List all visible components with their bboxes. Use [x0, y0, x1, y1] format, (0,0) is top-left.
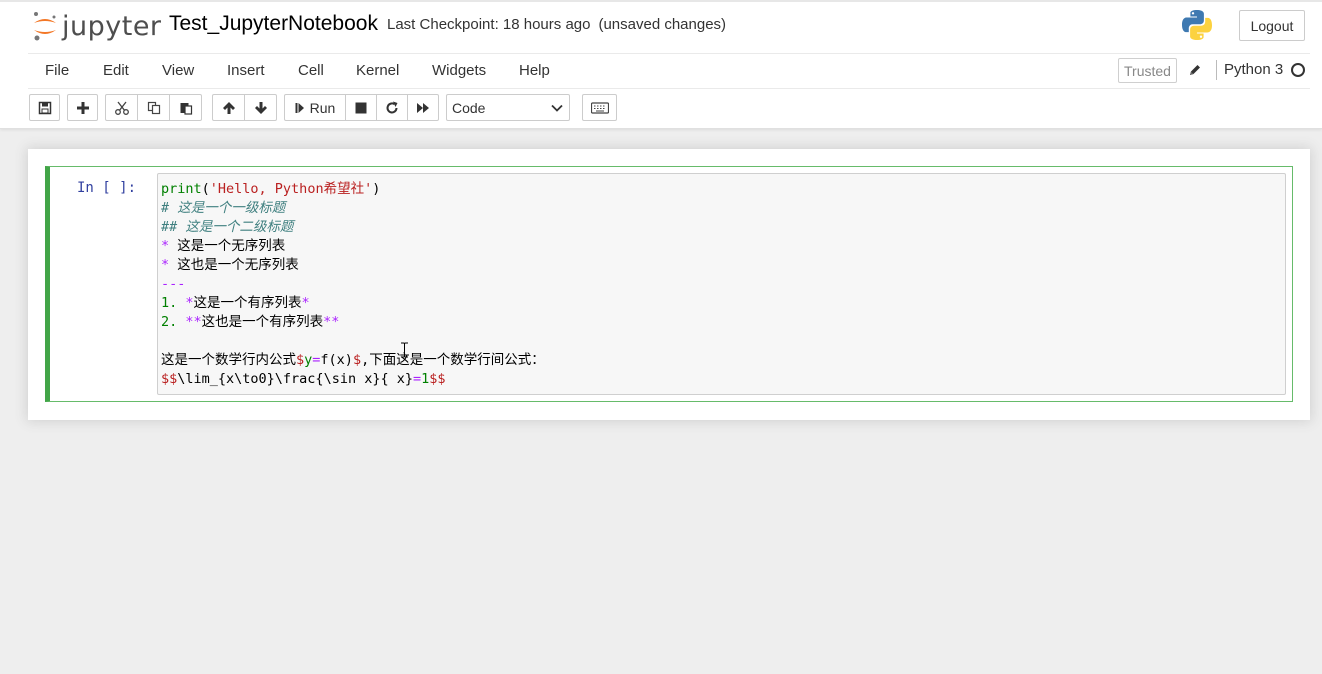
menu-widgets[interactable]: Widgets — [432, 62, 486, 79]
code-line-5[interactable]: * 这也是一个无序列表 — [161, 256, 299, 275]
menu-file[interactable]: File — [45, 62, 69, 79]
arrow-up-icon — [222, 101, 235, 114]
code-line-7[interactable]: 1. *这是一个有序列表* — [161, 294, 310, 313]
kernel-idle-indicator-icon — [1291, 63, 1305, 77]
scissors-icon — [114, 101, 129, 115]
python-logo-icon — [1182, 10, 1212, 40]
notebook-name[interactable]: Test_JupyterNotebook — [169, 12, 378, 36]
paste-button[interactable] — [169, 94, 202, 121]
stop-icon — [355, 102, 367, 113]
code-line-10[interactable]: 这是一个数学行内公式$y=f(x)$,下面这是一个数学行间公式： — [161, 351, 545, 370]
insert-group — [67, 94, 98, 121]
input-prompt: In [ ]: — [77, 180, 137, 196]
code-line-4[interactable]: * 这是一个无序列表 — [161, 237, 285, 256]
autosave-status: (unsaved changes) — [598, 16, 727, 33]
pencil-icon[interactable] — [1188, 63, 1202, 77]
edit-group — [105, 94, 202, 121]
move-down-button[interactable] — [244, 94, 277, 121]
menu-insert[interactable]: Insert — [227, 62, 265, 79]
command-palette-button[interactable] — [582, 94, 617, 121]
keyboard-icon — [590, 101, 609, 114]
menu-kernel[interactable]: Kernel — [356, 62, 399, 79]
menu-help[interactable]: Help — [519, 62, 550, 79]
kernel-divider — [1216, 60, 1217, 80]
run-label: Run — [309, 99, 336, 116]
menu-view[interactable]: View — [162, 62, 194, 79]
step-forward-icon — [295, 102, 304, 113]
kernel-name[interactable]: Python 3 — [1224, 61, 1283, 78]
fast-forward-icon — [417, 102, 429, 113]
code-line-3[interactable]: ## 这是一个二级标题 — [161, 218, 293, 237]
top-line — [0, 0, 1322, 2]
run-group: Run — [284, 94, 439, 121]
insert-cell-below-button[interactable] — [67, 94, 98, 121]
run-button[interactable]: Run — [284, 94, 346, 121]
code-line-11[interactable]: $$\lim_{x\to0}\frac{\sin x}{ x}=1$$ — [161, 370, 446, 389]
copy-button[interactable] — [137, 94, 170, 121]
save-group — [29, 94, 60, 121]
last-checkpoint: Last Checkpoint: 18 hours ago — [387, 16, 591, 33]
move-group — [212, 94, 277, 121]
cut-button[interactable] — [105, 94, 138, 121]
cell-type-value: Code — [452, 99, 486, 116]
move-up-button[interactable] — [212, 94, 245, 121]
save-button[interactable] — [29, 94, 60, 121]
string-literal: 'Hello, Python希望社' — [209, 181, 373, 197]
trusted-indicator[interactable]: Trusted — [1118, 58, 1177, 83]
menu-edit[interactable]: Edit — [103, 62, 129, 79]
save-icon — [38, 101, 51, 114]
restart-run-all-button[interactable] — [407, 94, 439, 121]
jupyter-logo-icon — [34, 12, 56, 41]
command-palette-group — [582, 94, 617, 121]
code-line-1[interactable]: print('Hello, Python希望社') — [161, 180, 380, 199]
code-line-2[interactable]: # 这是一个一级标题 — [161, 199, 285, 218]
menu-cell[interactable]: Cell — [298, 62, 324, 79]
plus-icon — [76, 101, 89, 114]
restart-icon — [386, 101, 398, 113]
print-keyword: print — [161, 181, 202, 197]
checkpoint-status: Last Checkpoint: 18 hours ago (unsaved ch… — [387, 16, 734, 33]
cell-type-select[interactable]: Code — [446, 94, 570, 121]
interrupt-kernel-button[interactable] — [345, 94, 377, 121]
copy-icon — [147, 101, 160, 114]
paste-icon — [180, 102, 192, 115]
chevron-down-icon — [551, 104, 563, 112]
text-cursor-icon — [401, 342, 408, 358]
restart-kernel-button[interactable] — [376, 94, 408, 121]
arrow-down-icon — [254, 101, 267, 114]
code-line-8[interactable]: 2. **这也是一个有序列表** — [161, 313, 339, 332]
jupyter-logo[interactable]: jupyter — [32, 10, 162, 42]
code-line-6[interactable]: --- — [161, 275, 185, 294]
logout-button[interactable]: Logout — [1239, 10, 1305, 41]
logo-text: jupyter — [62, 10, 162, 42]
